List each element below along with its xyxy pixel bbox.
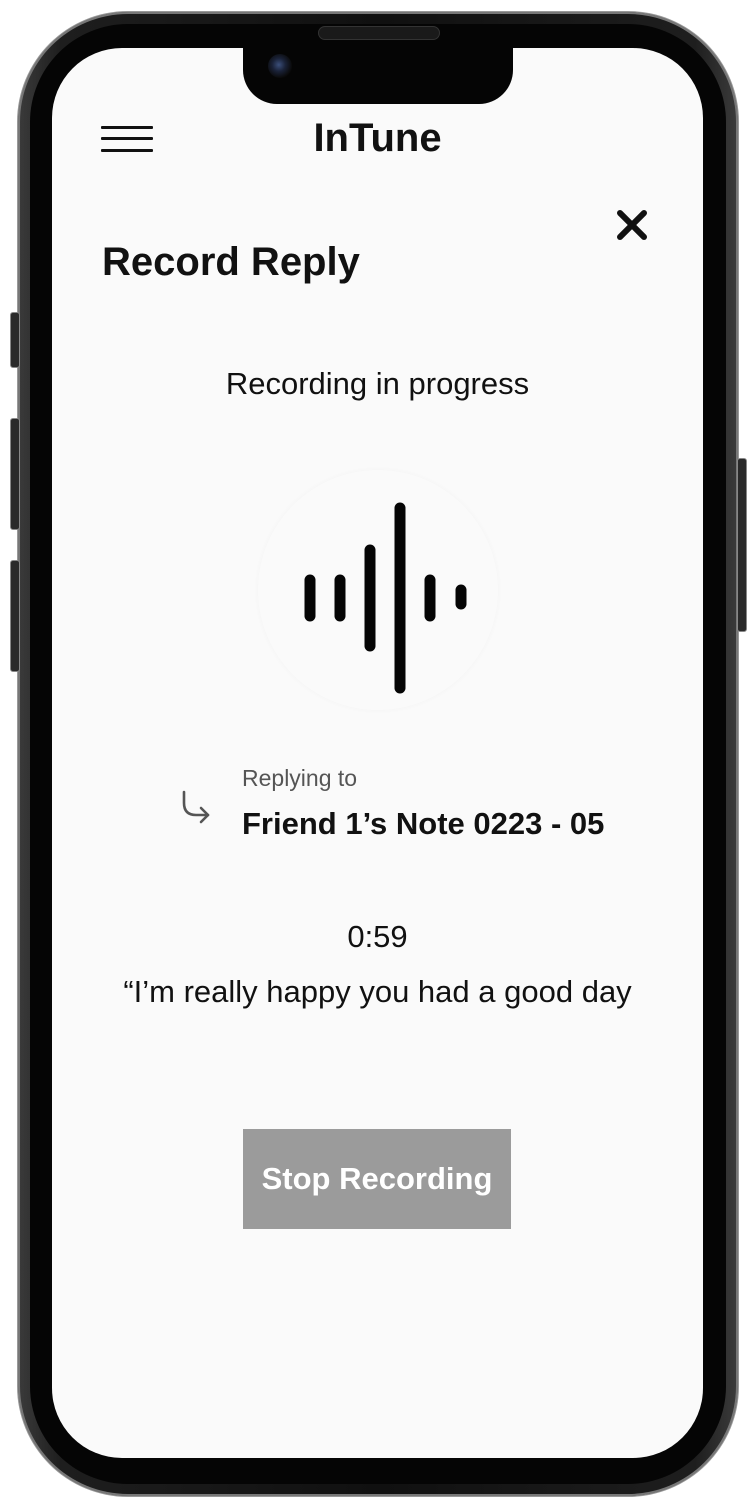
- replying-to-label: Replying to: [242, 765, 358, 791]
- power-button: [737, 458, 747, 632]
- reply-arrow-icon: [178, 789, 214, 825]
- app-title: InTune: [313, 116, 442, 160]
- page-title: Record Reply: [102, 240, 360, 284]
- earpiece-speaker: [318, 26, 440, 40]
- silent-switch: [10, 312, 20, 368]
- live-transcript: “I’m really happy you had a good day: [123, 974, 632, 1009]
- recording-status-text: Recording in progress: [225, 366, 530, 401]
- close-icon[interactable]: [614, 207, 650, 243]
- volume-up-button: [10, 418, 20, 530]
- stop-recording-button[interactable]: Stop Recording: [243, 1129, 511, 1229]
- front-camera: [268, 54, 292, 78]
- recording-timer: 0:59: [347, 919, 408, 954]
- audio-waveform-icon: [258, 470, 498, 710]
- volume-down-button: [10, 560, 20, 672]
- reply-target-note: Friend 1’s Note 0223 - 05: [242, 806, 605, 841]
